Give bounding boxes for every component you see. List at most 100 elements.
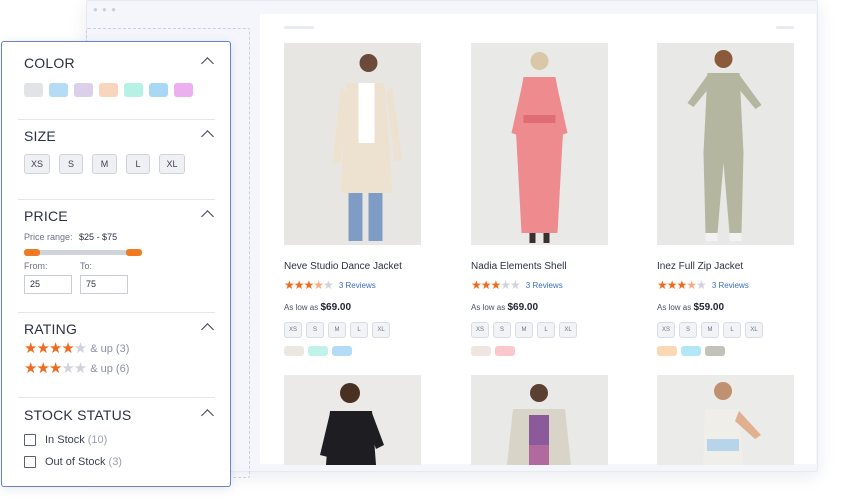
product-card[interactable] [284,375,422,465]
size-button-xl[interactable]: XL [159,154,185,174]
size-chip[interactable]: L [350,322,368,338]
product-card[interactable]: Inez Full Zip Jacket ★★★★★ 3 Reviews As … [657,43,795,356]
color-swatch[interactable] [74,83,93,97]
model-photo-icon [284,375,421,465]
section-title[interactable]: STOCK STATUS [24,407,214,423]
size-chip[interactable]: S [306,322,324,338]
product-name[interactable]: Nadia Elements Shell [471,261,609,273]
color-swatch[interactable] [284,346,304,356]
option-label: In Stock [45,434,85,446]
price-to-input[interactable]: 75 [80,275,128,294]
size-button-l[interactable]: L [126,154,150,174]
product-image[interactable] [657,375,794,465]
price-prefix: As low as [284,303,319,312]
color-swatch[interactable] [332,346,352,356]
product-name[interactable]: Neve Studio Dance Jacket [284,261,422,273]
color-swatch[interactable] [657,346,677,356]
reviews-link[interactable]: 3 Reviews [712,281,749,290]
product-name[interactable]: Inez Full Zip Jacket [657,261,795,273]
product-card[interactable] [471,375,609,465]
size-chip[interactable]: L [723,322,741,338]
section-title[interactable]: RATING [24,321,214,337]
filter-panel: COLOR SIZE XS S M L XL PRICE Price range… [1,41,231,487]
price-prefix: As low as [471,303,506,312]
size-chip[interactable]: M [328,322,346,338]
product-card[interactable]: Neve Studio Dance Jacket ★★★★★ 3 Reviews… [284,43,422,356]
size-filter: SIZE XS S M L XL [24,128,214,174]
rating-option-label: & up (6) [90,363,130,375]
stock-option-out-of-stock[interactable]: Out of Stock (3) [24,451,214,473]
color-swatch[interactable] [174,83,193,97]
slider-max-handle[interactable] [126,249,142,256]
divider [18,397,215,398]
size-chip[interactable]: XS [284,322,302,338]
price-value: $69.00 [507,302,539,313]
reviews-link[interactable]: 3 Reviews [526,281,563,290]
color-swatch[interactable] [705,346,725,356]
slider-track-fill [38,250,128,255]
rating-option-3[interactable]: ★★★★★ & up (6) [24,359,214,379]
price-slider[interactable] [24,249,142,256]
rating-filter: RATING ★★★★★ & up (3) ★★★★★ & up (6) [24,321,214,379]
color-options [284,346,422,356]
price-from-input[interactable]: 25 [24,275,72,294]
section-title[interactable]: COLOR [24,55,214,71]
section-title[interactable]: PRICE [24,208,214,224]
slider-min-handle[interactable] [24,249,40,256]
size-options: XS S M L XL [471,322,609,338]
price-range-label: Price range: $25 - $75 [24,232,214,244]
product-card[interactable]: Nadia Elements Shell ★★★★★ 3 Reviews As … [471,43,609,356]
price-from-field: From: 25 [24,261,72,294]
product-grid: Neve Studio Dance Jacket ★★★★★ 3 Reviews… [260,14,816,465]
color-swatch[interactable] [99,83,118,97]
color-swatch[interactable] [124,83,143,97]
divider [18,119,215,120]
size-chip[interactable]: S [679,322,697,338]
size-chip[interactable]: L [537,322,555,338]
reviews-link[interactable]: 3 Reviews [339,281,376,290]
size-chip[interactable]: XL [559,322,577,338]
price-value: $59.00 [693,302,725,313]
price-to-field: To: 75 [80,261,128,294]
price-value: $69.00 [320,302,352,313]
star-rating-icon: ★★★★★ [24,340,87,357]
rating-option-4[interactable]: ★★★★★ & up (3) [24,339,214,359]
stock-option-in-stock[interactable]: In Stock (10) [24,429,214,451]
size-button-xs[interactable]: XS [24,154,50,174]
size-chip[interactable]: S [493,322,511,338]
size-button-m[interactable]: M [92,154,117,174]
model-photo-icon [284,43,421,245]
color-swatch[interactable] [49,83,68,97]
color-swatch[interactable] [471,346,491,356]
size-chip[interactable]: M [515,322,533,338]
size-chip[interactable]: XL [745,322,763,338]
from-label: From: [24,261,48,271]
color-swatch[interactable] [308,346,328,356]
product-image[interactable] [471,43,608,245]
color-swatch[interactable] [495,346,515,356]
size-chip[interactable]: XS [471,322,489,338]
product-card[interactable] [657,375,795,465]
product-image[interactable] [284,43,421,245]
size-chip[interactable]: M [701,322,719,338]
product-image[interactable] [657,43,794,245]
checkbox[interactable] [24,456,36,468]
size-button-s[interactable]: S [59,154,83,174]
color-swatch[interactable] [681,346,701,356]
color-filter: COLOR [24,55,214,97]
section-title[interactable]: SIZE [24,128,214,144]
divider [18,199,215,200]
stock-filter: STOCK STATUS In Stock (10) Out of Stock … [24,407,214,473]
color-options [657,346,795,356]
size-chip[interactable]: XS [657,322,675,338]
size-options: XS S M L XL [284,322,422,338]
checkbox[interactable] [24,434,36,446]
product-image[interactable] [471,375,608,465]
product-rating: ★★★★★ 3 Reviews [284,279,422,291]
size-chip[interactable]: XL [372,322,390,338]
product-image[interactable] [284,375,421,465]
color-options [471,346,609,356]
placeholder-bar [284,26,314,29]
color-swatch[interactable] [149,83,168,97]
color-swatch[interactable] [24,83,43,97]
